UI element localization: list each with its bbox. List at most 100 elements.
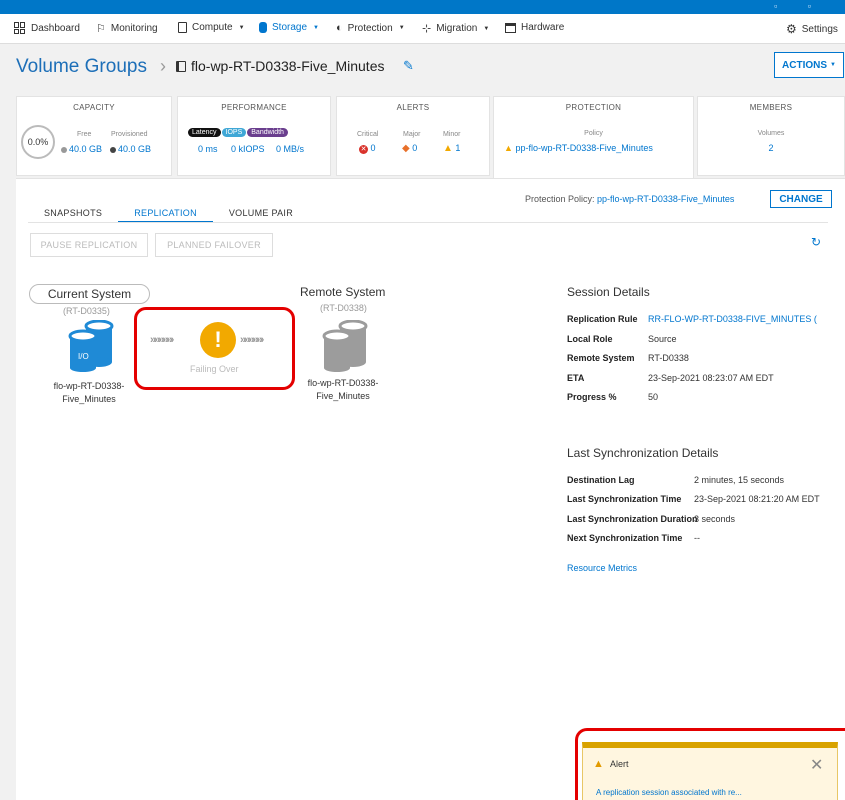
page-title[interactable]: Volume Groups [16,56,147,78]
free-label: Free [77,131,92,138]
last-sync-title: Last Synchronization Details [567,446,719,460]
remote-volume-line1: flo-wp-RT-D0338- [307,378,379,388]
protection-card-title: PROTECTION [565,103,622,112]
volume-group-name: flo-wp-RT-D0338-Five_Minutes [176,58,384,74]
tab-replication[interactable]: REPLICATION [118,208,213,223]
bandwidth-pill: Bandwidth [247,128,288,137]
planned-failover-button[interactable]: PLANNED FAILOVER [155,233,273,257]
change-button[interactable]: CHANGE [770,190,832,208]
local-role-value: Source [648,334,677,344]
detail-label-next-sync-time: Next Synchronization Time [567,533,683,543]
eta-value: 23-Sep-2021 08:23:07 AM EDT [648,373,774,383]
current-volume-label: flo-wp-RT-D0338- Five_Minutes [40,380,138,406]
replication-rule-link[interactable]: RR-FLO-WP-RT-D0338-FIVE_MINUTES ( [648,314,817,324]
members-card[interactable]: MEMBERS Volumes 2 [697,96,845,176]
iops-pill: IOPS [221,128,247,137]
alerts-card[interactable]: ALERTS Critical Major Minor ✕ 0 ◆ 0 ▲ 1 [336,96,490,176]
replication-arrows-left: »»»»»› [150,334,174,346]
edit-pencil-icon[interactable]: ✎ [403,58,414,74]
nav-protection[interactable]: ◐ Protection ▼ [336,22,405,34]
policy-label: Policy [584,130,603,137]
tab-divider [28,222,828,223]
tab-volume-pair[interactable]: VOLUME PAIR [213,208,309,223]
volume-group-icon [176,60,186,72]
policy-value[interactable]: pp-flo-wp-RT-D0338-Five_Minutes [515,143,652,153]
nav-settings-label: Settings [801,23,838,35]
nav-storage-label: Storage [272,22,308,33]
nav-migration[interactable]: ⊹ Migration ▼ [422,22,489,35]
protection-policy-label: Protection Policy: [525,194,595,204]
performance-card[interactable]: PERFORMANCE Latency IOPS Bandwidth 0 ms … [177,96,331,176]
gear-icon: ⚙ [786,22,797,36]
free-dot-icon [61,146,67,153]
top-app-strip: ▫ ▫ [0,0,845,14]
nav-dashboard-label: Dashboard [31,22,80,34]
alert-message-link[interactable]: A replication session associated with re… [596,788,742,797]
protection-card[interactable]: PROTECTION Policy ▲ pp-flo-wp-RT-D0338-F… [493,96,694,180]
actions-button[interactable]: ACTIONS ▼ [774,52,844,78]
nav-monitoring[interactable]: ⚐ Monitoring [96,22,158,35]
failing-over-status: Failing Over [190,364,239,374]
nav-storage[interactable]: Storage ▼ [259,22,319,33]
critical-label: Critical [357,131,379,138]
io-label: I/O [78,352,89,361]
volume-group-title: flo-wp-RT-D0338-Five_Minutes [191,58,385,74]
nav-compute-label: Compute [192,22,233,33]
db-cylinder-front [322,329,352,372]
current-system-id: (RT-D0335) [63,306,110,316]
protection-policy-link[interactable]: pp-flo-wp-RT-D0338-Five_Minutes [597,194,734,204]
chevron-down-icon: ▼ [398,25,405,31]
summary-cards: CAPACITY 0.0% Free Provisioned 40.0 GB 4… [16,96,845,180]
protection-policy-line: Protection Policy: pp-flo-wp-RT-D0338-Fi… [525,194,734,204]
current-volume-db-icon [68,320,114,372]
critical-count: 0 [370,143,376,153]
minor-label: Minor [443,131,461,138]
alerts-card-title: ALERTS [396,103,430,112]
resource-metrics-link[interactable]: Resource Metrics [567,563,637,573]
dashboard-icon [14,22,26,34]
session-details-title: Session Details [567,285,650,299]
volumes-label: Volumes [757,130,785,137]
nav-hardware-label: Hardware [521,22,565,33]
iops-value: 0 kIOPS [231,144,265,154]
title-row: Volume Groups › flo-wp-RT-D0338-Five_Min… [0,44,845,92]
performance-pills: Latency IOPS Bandwidth [188,128,288,137]
chevron-down-icon: ▼ [830,62,836,68]
tab-snapshots[interactable]: SNAPSHOTS [28,208,118,223]
major-count-row: ◆ 0 [402,143,417,154]
detail-label-remote-system: Remote System [567,353,635,363]
pause-replication-button[interactable]: PAUSE REPLICATION [30,233,148,257]
shield-icon: ◐ [336,22,343,34]
detail-label-progress: Progress % [567,392,617,402]
alert-warning-icon: ▲ [593,758,604,770]
refresh-icon[interactable]: ↻ [811,235,821,249]
last-sync-time-value: 23-Sep-2021 08:21:20 AM EDT [694,494,820,504]
major-label: Major [403,131,421,138]
compute-icon [178,22,187,33]
detail-label-destination-lag: Destination Lag [567,475,635,485]
remote-volume-line2: Five_Minutes [316,391,370,401]
nav-dashboard[interactable]: Dashboard [14,22,80,34]
destination-lag-value: 2 minutes, 15 seconds [694,475,785,485]
progress-value: 50 [648,392,659,402]
capacity-card[interactable]: CAPACITY 0.0% Free Provisioned 40.0 GB 4… [16,96,172,176]
actions-label: ACTIONS [782,59,828,71]
nav-hardware[interactable]: Hardware [505,22,564,33]
flag-icon: ⚐ [96,23,106,35]
storage-icon [259,22,267,33]
chevron-down-icon: ▼ [238,24,245,31]
detail-label-eta: ETA [567,373,585,383]
capacity-card-title: CAPACITY [73,103,115,112]
current-volume-line1: flo-wp-RT-D0338- [53,381,125,391]
nav-settings[interactable]: ⚙ Settings [786,22,838,36]
nav-compute[interactable]: Compute ▼ [178,22,245,33]
close-icon[interactable]: ✕ [810,755,823,775]
bandwidth-value: 0 MB/s [276,144,305,154]
migration-icon: ⊹ [422,23,432,35]
chevron-down-icon: ▼ [483,25,490,32]
top-strip-icons: ▫ ▫ [774,1,825,11]
minor-count-row: ▲ 1 [443,143,460,154]
main-navbar: Dashboard ⚐ Monitoring Compute ▼ Storage… [0,14,845,44]
current-system-label: Current System [29,284,150,304]
performance-card-title: PERFORMANCE [221,103,287,112]
